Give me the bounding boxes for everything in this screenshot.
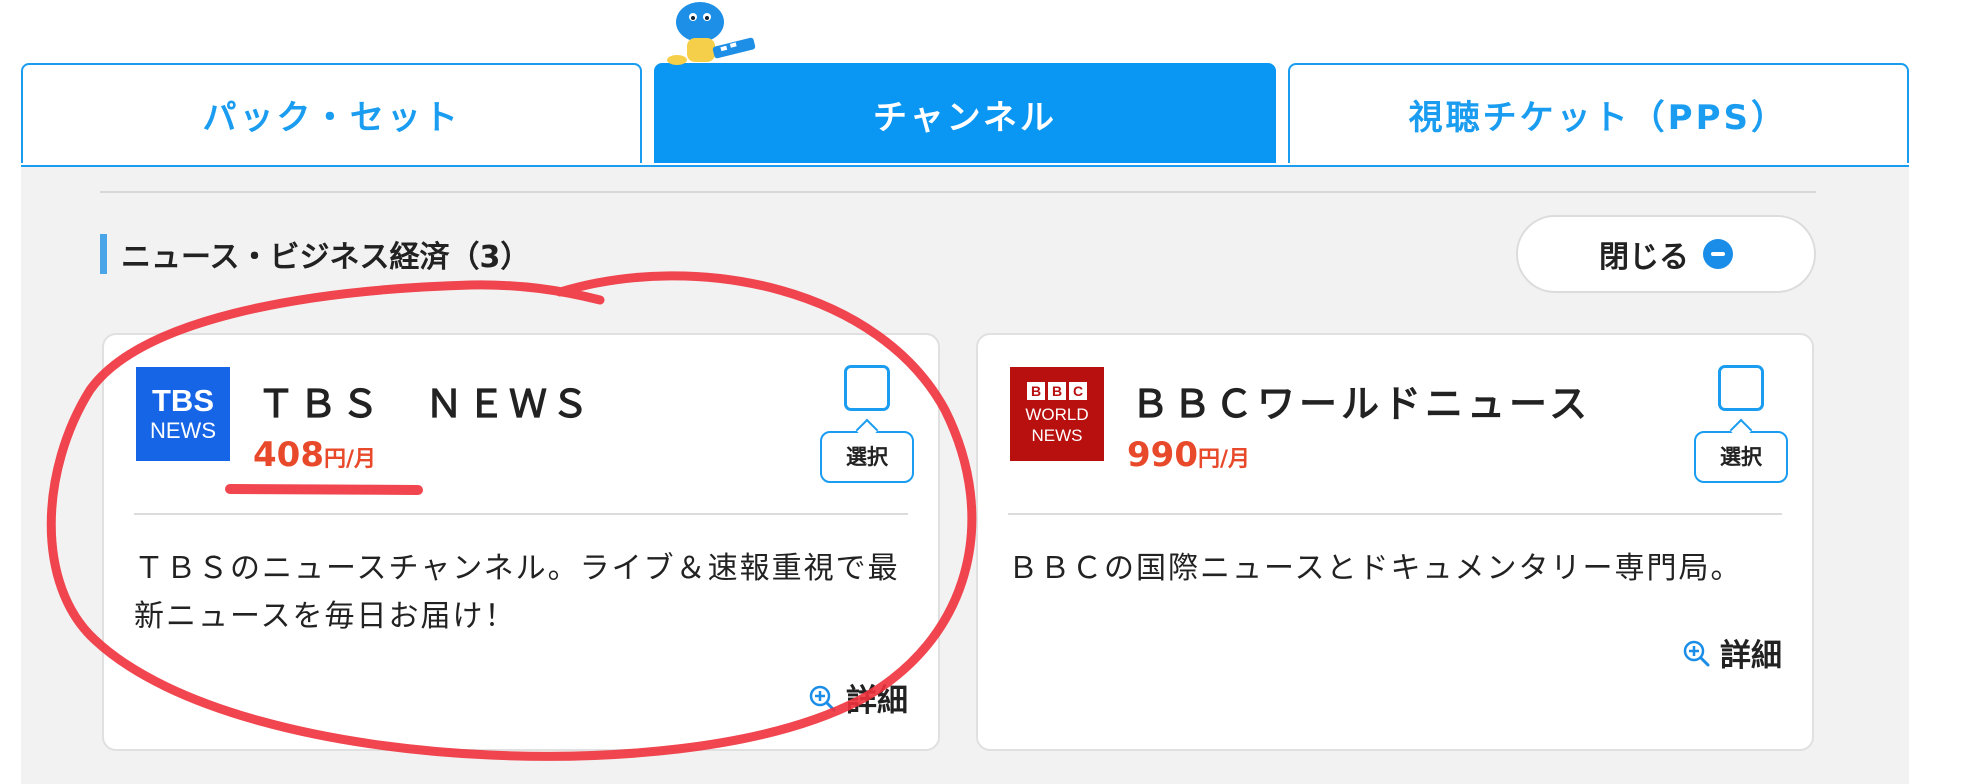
close-button[interactable]: 閉じる [1516,215,1816,293]
tab-bar: パック・セット チャンネル 視聴チケット（PPS） [21,63,1909,165]
mascot-icon [667,2,756,65]
channel-description: ＢＢＣの国際ニュースとドキュメンタリー専門局。 [1008,551,1743,586]
section-heading: ニュース・ビジネス経済（3） [100,234,531,275]
section-marker [100,234,107,274]
select-checkbox[interactable] [1718,365,1764,411]
channel-description: ＴＢＳのニュースチャンネル。ライブ＆速報重視で最新ニュースを毎日お届け！ [134,551,900,634]
detail-link[interactable]: 詳細 [1682,630,1782,675]
tab-viewing-ticket[interactable]: 視聴チケット（PPS） [1287,63,1909,163]
channel-name: ＢＢＣワールドニュース [1131,382,1592,426]
select-label[interactable]: 選択 [1694,431,1788,483]
zoom-in-icon [809,685,836,711]
tab-channel[interactable]: チャンネル [654,63,1276,163]
zoom-in-icon [1683,640,1710,666]
channel-price: 408円/月 [253,435,377,475]
section-divider [100,191,1816,193]
channel-card-bbc: B B C WORLD NEWS ＢＢＣワールドニュース 990円/月 選択 Ｂ… [976,333,1814,751]
tbs-news-logo: TBS NEWS [136,367,230,461]
channel-card-tbs: TBS NEWS ＴＢＳ ＮＥＷＳ 408円/月 選択 ＴＢＳのニュースチャンネ… [102,333,940,751]
close-label: 閉じる [1599,240,1689,275]
detail-link[interactable]: 詳細 [808,675,908,720]
channel-price: 990円/月 [1127,435,1251,475]
minus-circle-icon [1703,239,1733,269]
channel-name: ＴＢＳ ＮＥＷＳ [257,382,594,426]
card-divider [1008,513,1782,515]
select-label[interactable]: 選択 [820,431,914,483]
select-checkbox[interactable] [844,365,890,411]
bbc-world-news-logo: B B C WORLD NEWS [1010,367,1104,461]
section-title: ニュース・ビジネス経済（3） [121,240,531,275]
tab-pack-set[interactable]: パック・セット [21,63,643,163]
card-divider [134,513,908,515]
